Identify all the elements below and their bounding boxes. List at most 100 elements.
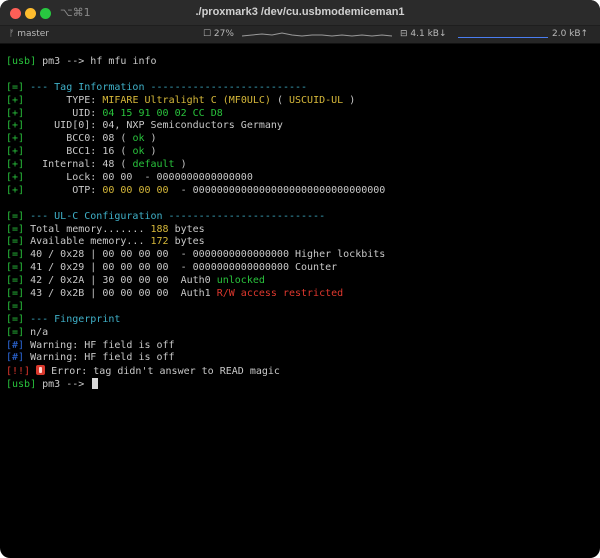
terminal-text: MIFARE Ultralight C (MF0ULC): [102, 94, 271, 106]
terminal-text: [+]: [6, 184, 25, 196]
terminal-text: [=]: [6, 275, 25, 287]
terminal-text: Error: tag didn't answer to READ magic: [45, 366, 280, 378]
terminal-text: ok: [132, 133, 145, 145]
terminal-text: ): [343, 94, 356, 106]
terminal-text: TYPE:: [24, 94, 103, 106]
terminal-text: 40 / 0x28 | 00 00 00 00 - 00000000000000…: [24, 249, 386, 261]
terminal-text: [#]: [6, 352, 25, 364]
terminal-text: n/a: [24, 326, 49, 338]
terminal-text: [+]: [6, 146, 25, 158]
terminal-line: [+] BCC1: 16 ( ok ): [6, 146, 596, 159]
terminal-line: [usb] pm3 -->: [6, 378, 596, 391]
terminal-text: UID:: [24, 107, 103, 119]
terminal-text: Lock: 00 00 - 0000000000000000: [24, 172, 253, 184]
error-icon: [36, 365, 46, 376]
terminal-text: [+]: [6, 107, 25, 119]
terminal-text: OTP:: [24, 184, 103, 196]
terminal-line: [=]: [6, 301, 596, 314]
terminal-text: BCC0: 08 (: [24, 133, 133, 145]
terminal-line: [+] TYPE: MIFARE Ultralight C (MF0ULC) (…: [6, 95, 596, 108]
cpu-sparkline-icon: [242, 32, 392, 37]
terminal-text: 00 00 00 00: [102, 184, 169, 196]
terminal-text: R/W access restricted: [216, 288, 344, 300]
terminal-text: Warning: HF field is off: [24, 352, 175, 364]
terminal-window: ⌥⌘1 ./proxmark3 /dev/cu.usbmodemiceman1 …: [0, 0, 600, 558]
terminal-text: [=]: [6, 326, 25, 338]
terminal-text: unlocked: [216, 275, 265, 287]
status-bar: ᚠ master ☐ 27% ⊟ 4.1 kB↓ 2.0 kB↑: [0, 26, 600, 44]
terminal-text: 43 / 0x2B | 00 00 00 00 Auth1: [24, 288, 217, 300]
network-graph: [458, 37, 548, 38]
terminal-output[interactable]: [usb] pm3 --> hf mfu info [=] --- Tag Inf…: [6, 56, 596, 391]
terminal-text: --- Tag Information --------------------…: [24, 81, 308, 93]
terminal-line: [=] 40 / 0x28 | 00 00 00 00 - 0000000000…: [6, 249, 596, 262]
terminal-text: bytes: [168, 223, 205, 235]
terminal-text: ): [144, 133, 157, 145]
terminal-text: [+]: [6, 133, 25, 145]
terminal-text: [=]: [6, 210, 25, 222]
terminal-text: Warning: HF field is off: [24, 339, 175, 351]
terminal-text: [!!]: [6, 366, 31, 378]
terminal-line: [+] BCC0: 08 ( ok ): [6, 133, 596, 146]
terminal-text: BCC1: 16 (: [24, 146, 133, 158]
terminal-text: [=]: [6, 81, 25, 93]
terminal-text: ok: [132, 146, 145, 158]
terminal-line: [+] UID: 04 15 91 00 02 CC D8: [6, 108, 596, 121]
terminal-text: [usb]: [6, 379, 37, 391]
network-down: ⊟ 4.1 kB↓: [400, 29, 447, 39]
terminal-line: [=] --- UL-C Configuration -------------…: [6, 211, 596, 224]
terminal-text: UID[0]: 04, NXP Semiconductors Germany: [24, 120, 283, 132]
terminal-text: 42 / 0x2A | 30 00 00 00 Auth0: [24, 275, 217, 287]
terminal-line: [#] Warning: HF field is off: [6, 352, 596, 365]
terminal-line: [=] n/a: [6, 327, 596, 340]
terminal-text: Available memory...: [24, 236, 151, 248]
terminal-line: [+] UID[0]: 04, NXP Semiconductors Germa…: [6, 120, 596, 133]
terminal-line: [=] --- Fingerprint: [6, 314, 596, 327]
terminal-text: [+]: [6, 172, 25, 184]
terminal-text: --- Fingerprint: [24, 313, 121, 325]
terminal-text: pm3 --> hf mfu info: [36, 56, 157, 67]
terminal-line: [=] 42 / 0x2A | 30 00 00 00 Auth0 unlock…: [6, 275, 596, 288]
terminal-line: [=] 43 / 0x2B | 00 00 00 00 Auth1 R/W ac…: [6, 288, 596, 301]
terminal-text: [usb]: [6, 56, 37, 67]
terminal-line: [usb] pm3 --> hf mfu info: [6, 56, 596, 69]
terminal-line: [=] --- Tag Information ----------------…: [6, 82, 596, 95]
terminal-text: - 00000000000000000000000000000000: [168, 184, 386, 196]
terminal-text: [+]: [6, 120, 25, 132]
terminal-text: [#]: [6, 339, 25, 351]
window-title: ./proxmark3 /dev/cu.usbmodemiceman1: [195, 6, 405, 18]
title-bar: ⌥⌘1 ./proxmark3 /dev/cu.usbmodemiceman1: [0, 0, 600, 26]
terminal-line: [=] Total memory....... 188 bytes: [6, 224, 596, 237]
terminal-text: USCUID-UL: [288, 94, 344, 106]
terminal-text: ): [174, 159, 187, 171]
terminal-line: [+] Lock: 00 00 - 0000000000000000: [6, 172, 596, 185]
terminal-text: [+]: [6, 94, 25, 106]
terminal-text: [=]: [6, 262, 25, 274]
terminal-text: Internal: 48 (: [24, 159, 133, 171]
terminal-line: [=] Available memory... 172 bytes: [6, 236, 596, 249]
terminal-text: ): [144, 146, 157, 158]
terminal-text: [=]: [6, 236, 25, 248]
terminal-text: --- UL-C Configuration -----------------…: [24, 210, 326, 222]
terminal-cursor: [92, 378, 99, 390]
terminal-text: 188: [150, 223, 169, 235]
terminal-text: [=]: [6, 300, 25, 312]
terminal-text: [=]: [6, 288, 25, 300]
terminal-text: [=]: [6, 313, 25, 325]
terminal-text: 41 / 0x29 | 00 00 00 00 - 00000000000000…: [24, 262, 338, 274]
terminal-text: [=]: [6, 223, 25, 235]
cpu-usage: ☐ 27%: [203, 29, 234, 39]
terminal-line: [+] Internal: 48 ( default ): [6, 159, 596, 172]
terminal-line: [=] 41 / 0x29 | 00 00 00 00 - 0000000000…: [6, 262, 596, 275]
network-up: 2.0 kB↑: [552, 29, 589, 39]
terminal-line: [+] OTP: 00 00 00 00 - 00000000000000000…: [6, 185, 596, 198]
git-branch: ᚠ master: [9, 29, 49, 39]
terminal-text: pm3 -->: [36, 379, 91, 391]
terminal-text: [=]: [6, 249, 25, 261]
terminal-text: bytes: [168, 236, 205, 248]
terminal-text: (: [270, 94, 289, 106]
terminal-text: default: [132, 159, 175, 171]
terminal-text: [+]: [6, 159, 25, 171]
